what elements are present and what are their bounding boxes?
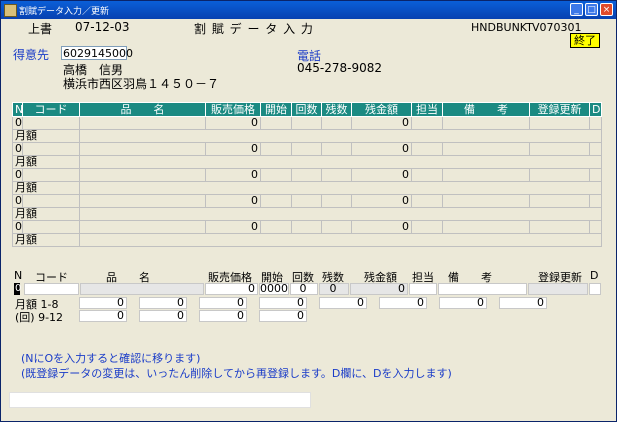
table-subrow: 月額 xyxy=(12,129,602,143)
customer-address: 横浜市西区羽鳥１４５０－７ xyxy=(63,77,220,91)
entry-header-n: N xyxy=(14,269,23,282)
monthly-input-4[interactable]: 0 xyxy=(259,297,307,309)
delete-flag-input[interactable] xyxy=(589,283,601,295)
row-n: 0 xyxy=(12,168,23,182)
row-price: 0 xyxy=(205,116,261,130)
customer-code: 6029145000 xyxy=(63,47,133,60)
col-header-n: N xyxy=(12,102,23,117)
col-header-balance: 残金額 xyxy=(351,102,412,117)
row-price: 0 xyxy=(205,194,261,208)
row-monthly-label: 月額 xyxy=(12,155,80,169)
entry-header-d: D xyxy=(590,269,599,282)
code-input[interactable] xyxy=(24,283,79,295)
col-header-count: 回数 xyxy=(291,102,322,117)
list-header-row: N コード 品 名 販売価格 開始 回数 残数 残金額 担当 備 考 登録更新 … xyxy=(12,102,602,117)
monthly-input-11[interactable]: 0 xyxy=(199,310,247,322)
monthly-input-8[interactable]: 0 xyxy=(499,297,547,309)
row-monthly-label: 月額 xyxy=(12,233,80,247)
monthly-input-10[interactable]: 0 xyxy=(139,310,187,322)
monthly-input-1[interactable]: 0 xyxy=(79,297,127,309)
table-subrow: 月額 xyxy=(12,181,602,195)
maximize-button[interactable]: □ xyxy=(585,3,598,16)
installment-list-table: N コード 品 名 販売価格 開始 回数 残数 残金額 担当 備 考 登録更新 … xyxy=(12,102,602,247)
n-input[interactable]: 0 xyxy=(14,283,21,295)
mode-label: 上書 xyxy=(28,22,53,36)
monthly-input-2[interactable]: 0 xyxy=(139,297,187,309)
program-id: HNDBUNKT xyxy=(471,21,533,34)
end-button[interactable]: 終了 xyxy=(570,33,600,48)
table-subrow: 月額 xyxy=(12,207,602,221)
table-row[interactable]: 0 0 0 xyxy=(12,168,602,182)
row-monthly-label: 月額 xyxy=(12,129,80,143)
monthly-input-7[interactable]: 0 xyxy=(439,297,487,309)
table-row[interactable]: 0 0 0 xyxy=(12,194,602,208)
col-header-d: D xyxy=(589,102,602,117)
table-row[interactable]: 0 0 0 xyxy=(12,142,602,156)
window-title: 割賦データ入力／更新 xyxy=(19,7,110,17)
start-input[interactable]: 0000 xyxy=(259,283,289,295)
note-confirm: (NにOを入力すると確認に移ります) xyxy=(21,352,201,365)
note-delete-instructions: (既登録データの変更は、いったん削除してから再登録します。D欄に、Dを入力します… xyxy=(21,367,452,380)
monthly-input-5[interactable]: 0 xyxy=(319,297,367,309)
row-balance: 0 xyxy=(351,220,412,234)
staff-input[interactable] xyxy=(409,283,437,295)
screen-title: 割 賦 デ ー タ 入 力 xyxy=(194,22,314,36)
minimize-button[interactable]: _ xyxy=(570,3,583,16)
monthly-input-3[interactable]: 0 xyxy=(199,297,247,309)
row-balance: 0 xyxy=(351,142,412,156)
row-n: 0 xyxy=(12,220,23,234)
col-header-item: 品 名 xyxy=(79,102,206,117)
main-window: 割賦データ入力／更新 _ □ × 上書 07-12-03 割 賦 デ ー タ 入… xyxy=(0,0,617,422)
monthly-input-6[interactable]: 0 xyxy=(379,297,427,309)
monthly-input-9[interactable]: 0 xyxy=(79,310,127,322)
col-header-start: 開始 xyxy=(260,102,292,117)
customer-label: 得意先 xyxy=(13,48,50,62)
monthly-label-9-12: (回) 9-12 xyxy=(15,311,64,324)
date-label: 07-12-03 xyxy=(75,20,130,34)
table-subrow: 月額 xyxy=(12,155,602,169)
monthly-input-12[interactable]: 0 xyxy=(259,310,307,322)
row-price: 0 xyxy=(205,142,261,156)
col-header-price: 販売価格 xyxy=(205,102,261,117)
remarks-input[interactable] xyxy=(438,283,527,295)
close-button[interactable]: × xyxy=(600,3,613,16)
title-bar: 割賦データ入力／更新 _ □ × xyxy=(1,1,616,19)
price-input[interactable]: 0 xyxy=(205,283,258,295)
col-header-remarks: 備 考 xyxy=(442,102,530,117)
updated-display xyxy=(528,283,588,295)
row-monthly-label: 月額 xyxy=(12,207,80,221)
row-n: 0 xyxy=(12,194,23,208)
table-row[interactable]: 0 0 0 xyxy=(12,220,602,234)
status-bar xyxy=(9,392,311,408)
item-name-input[interactable] xyxy=(80,283,204,295)
row-n: 0 xyxy=(12,142,23,156)
row-price: 0 xyxy=(205,168,261,182)
col-header-code: コード xyxy=(22,102,80,117)
customer-code-field[interactable]: 6029145000 xyxy=(61,46,133,60)
remaining-display: 0 xyxy=(319,283,349,295)
row-balance: 0 xyxy=(351,116,412,130)
count-input[interactable]: 0 xyxy=(290,283,318,295)
phone-number: 045-278-9082 xyxy=(297,61,383,75)
col-header-updated: 登録更新 xyxy=(529,102,590,117)
table-subrow: 月額 xyxy=(12,233,602,247)
app-icon xyxy=(4,4,17,17)
row-price: 0 xyxy=(205,220,261,234)
col-header-staff: 担当 xyxy=(411,102,443,117)
row-n: 0 xyxy=(12,116,23,130)
balance-display: 0 xyxy=(350,283,408,295)
row-balance: 0 xyxy=(351,194,412,208)
col-header-remaining: 残数 xyxy=(321,102,352,117)
row-balance: 0 xyxy=(351,168,412,182)
row-monthly-label: 月額 xyxy=(12,181,80,195)
table-row[interactable]: 0 0 0 xyxy=(12,116,602,130)
